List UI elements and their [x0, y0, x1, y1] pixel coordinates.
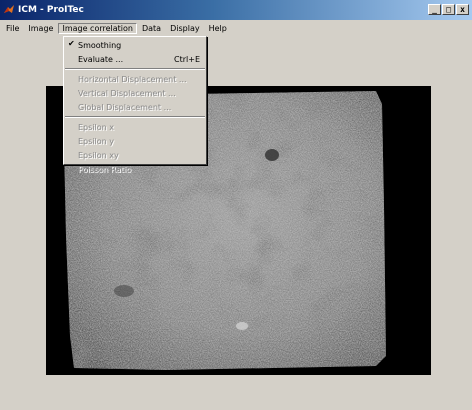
window-controls: _ □ x: [428, 4, 469, 15]
close-button[interactable]: x: [456, 4, 469, 15]
menu-image[interactable]: Image: [24, 23, 57, 34]
menu-item-epsilon-y[interactable]: Epsilon y: [64, 134, 206, 148]
menu-image-correlation[interactable]: Image correlation: [58, 23, 137, 34]
maximize-button[interactable]: □: [442, 4, 455, 15]
menu-item-epsilon-xy[interactable]: Epsilon xy: [64, 148, 206, 162]
menu-item-global-displacement[interactable]: Global Displacement ...: [64, 100, 206, 114]
image-correlation-dropdown: ✔ Smoothing Evaluate ... Ctrl+E Horizont…: [63, 36, 207, 174]
menu-item-evaluate[interactable]: Evaluate ... Ctrl+E: [64, 52, 206, 66]
checkmark-icon: ✔: [68, 39, 75, 48]
matlab-logo-icon: [4, 5, 14, 13]
menu-separator: [65, 68, 205, 70]
title-bar: ICM - ProITec _ □ x: [0, 0, 472, 20]
menu-file[interactable]: File: [2, 23, 23, 34]
evaluate-label: Evaluate ...: [78, 54, 124, 64]
menu-bar: File Image Image correlation Data Displa…: [0, 20, 472, 37]
menu-item-vertical-displacement[interactable]: Vertical Displacement ...: [64, 86, 206, 100]
menu-item-horizontal-displacement[interactable]: Horizontal Displacement ...: [64, 72, 206, 86]
evaluate-shortcut: Ctrl+E: [174, 54, 200, 64]
menu-item-epsilon-x[interactable]: Epsilon x: [64, 120, 206, 134]
menu-help[interactable]: Help: [205, 23, 231, 34]
smoothing-label: Smoothing: [78, 40, 122, 50]
window-title: ICM - ProITec: [18, 5, 84, 15]
menu-separator: [65, 116, 205, 118]
minimize-button[interactable]: _: [428, 4, 441, 15]
menu-display[interactable]: Display: [166, 23, 204, 34]
menu-data[interactable]: Data: [138, 23, 165, 34]
menu-item-smoothing[interactable]: ✔ Smoothing: [64, 38, 206, 52]
menu-item-poisson-ratio[interactable]: Poisson Ratio: [64, 162, 206, 176]
